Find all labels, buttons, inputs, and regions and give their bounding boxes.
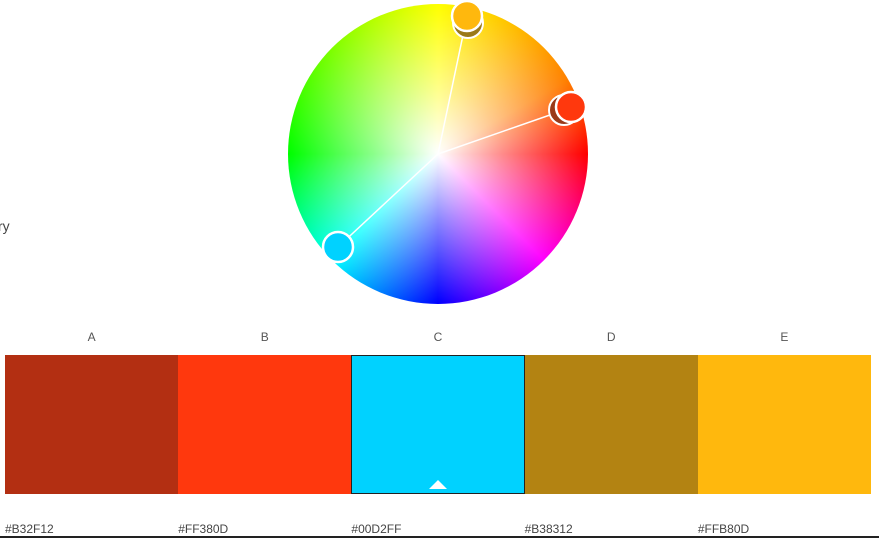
color-wheel-handles-layer (321, 0, 588, 264)
swatch-b[interactable] (177, 355, 351, 494)
color-wheel-page: ry ABCDE #B32F12 #FF380D #00D2FF #B38312 #FF… (0, 0, 879, 539)
handle-orange-red[interactable] (554, 90, 588, 124)
swatch-d[interactable] (525, 355, 699, 494)
swatch-row (5, 355, 871, 494)
swatch-label-d: D (606, 330, 616, 344)
swatch-label-a: A (87, 330, 96, 344)
swatch-label-b: B (260, 330, 269, 344)
selected-caret-icon (428, 480, 447, 489)
handle-yellow[interactable] (450, 0, 484, 33)
bottom-divider (0, 536, 879, 538)
handle-cyan[interactable] (321, 230, 355, 264)
swatch-labels-row: A B C D E (5, 330, 871, 346)
side-label-fragment: ry (0, 218, 10, 234)
swatch-label-e: E (780, 330, 789, 344)
color-wheel[interactable] (288, 0, 588, 304)
handle-line-cyan (337, 153, 439, 248)
swatch-label-c: C (433, 330, 443, 344)
swatch-e[interactable] (698, 355, 871, 494)
swatch-c[interactable] (350, 355, 526, 494)
swatch-a[interactable] (5, 355, 178, 494)
